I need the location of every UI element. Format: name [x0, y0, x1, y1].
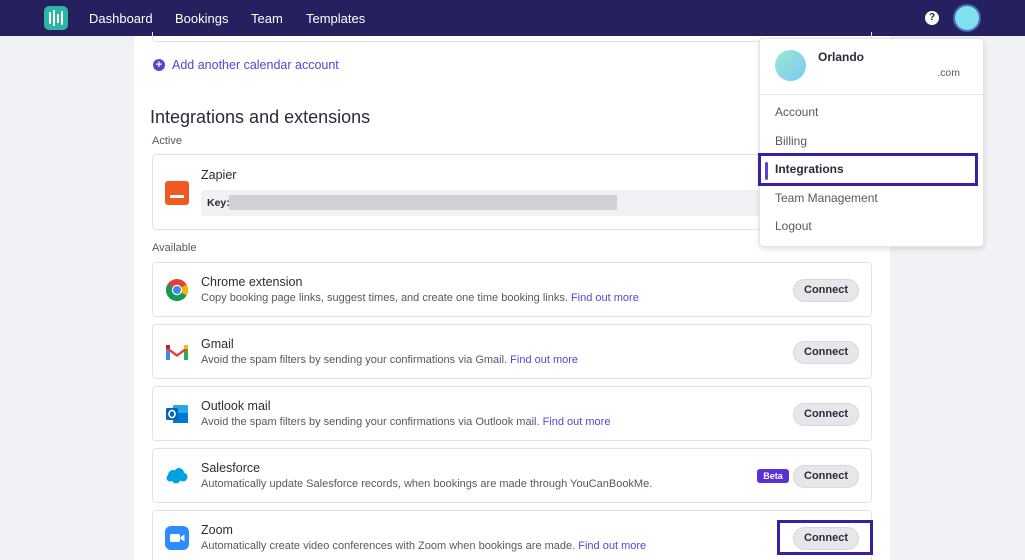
chrome-extension-description: Copy booking page links, suggest times, …	[201, 292, 639, 304]
user-menu-dropdown: Orlando .com Account Billing Integration…	[759, 38, 984, 247]
zoom-card: Zoom Automatically create video conferen…	[152, 510, 872, 560]
plus-circle-icon: +	[153, 59, 165, 71]
beta-badge: Beta	[757, 469, 789, 483]
menu-item-account[interactable]: Account	[775, 105, 818, 119]
integrations-title: Integrations and extensions	[150, 107, 371, 127]
add-calendar-account-label: Add another calendar account	[172, 58, 339, 72]
gmail-title: Gmail	[201, 337, 234, 351]
redacted-key	[229, 195, 617, 210]
integrations-menu-highlight	[758, 153, 978, 186]
app-logo-icon[interactable]	[44, 6, 68, 30]
outlook-mail-description: Avoid the spam filters by sending your c…	[201, 416, 611, 428]
zoom-icon	[165, 526, 189, 550]
menu-item-team-management[interactable]: Team Management	[775, 191, 878, 205]
gmail-find-out-more-link[interactable]: Find out more	[510, 354, 578, 366]
nav-bookings[interactable]: Bookings	[175, 11, 228, 26]
nav-templates[interactable]: Templates	[306, 11, 365, 26]
zapier-title: Zapier	[201, 168, 237, 182]
zapier-key-label: Key:	[207, 197, 230, 209]
salesforce-title: Salesforce	[201, 461, 261, 475]
gmail-icon	[166, 345, 188, 360]
top-nav-bar: Dashboard Bookings Team Templates ?	[0, 0, 1025, 36]
available-label: Available	[152, 242, 197, 254]
chrome-extension-title: Chrome extension	[201, 275, 303, 289]
salesforce-description: Automatically update Salesforce records,…	[201, 478, 653, 490]
zoom-find-out-more-link[interactable]: Find out more	[578, 540, 646, 552]
outlook-mail-title: Outlook mail	[201, 399, 271, 413]
outlook-icon	[166, 405, 188, 423]
user-name: Orlando	[818, 50, 865, 64]
gmail-card: Gmail Avoid the spam filters by sending …	[152, 324, 872, 379]
nav-dashboard[interactable]: Dashboard	[89, 11, 153, 26]
user-email: .com	[937, 67, 960, 79]
add-calendar-account-link[interactable]: + Add another calendar account	[153, 58, 339, 72]
question-circle-icon[interactable]: ?	[925, 11, 939, 25]
outlook-connect-button[interactable]: Connect	[793, 403, 859, 426]
user-avatar	[775, 50, 806, 81]
user-avatar-button[interactable]	[953, 4, 981, 32]
chrome-extension-card: Chrome extension Copy booking page links…	[152, 262, 872, 317]
outlook-mail-card: Outlook mail Avoid the spam filters by s…	[152, 386, 872, 441]
chrome-find-out-more-link[interactable]: Find out more	[571, 292, 639, 304]
zapier-icon	[165, 181, 189, 205]
zoom-title: Zoom	[201, 523, 233, 537]
gmail-description: Avoid the spam filters by sending your c…	[201, 354, 579, 366]
menu-divider	[760, 94, 983, 95]
gmail-connect-button[interactable]: Connect	[793, 341, 859, 364]
menu-item-logout[interactable]: Logout	[775, 219, 812, 233]
zoom-description: Automatically create video conferences w…	[201, 540, 647, 552]
chrome-icon	[166, 279, 188, 301]
salesforce-icon	[166, 468, 188, 484]
active-label: Active	[152, 135, 182, 147]
menu-item-billing[interactable]: Billing	[775, 134, 807, 148]
zoom-connect-highlight	[777, 520, 873, 555]
salesforce-connect-button[interactable]: Connect	[793, 465, 859, 488]
zapier-key-field[interactable]: Key:	[201, 190, 761, 216]
outlook-find-out-more-link[interactable]: Find out more	[543, 416, 611, 428]
nav-team[interactable]: Team	[251, 11, 283, 26]
chrome-connect-button[interactable]: Connect	[793, 279, 859, 302]
salesforce-card: Salesforce Automatically update Salesfor…	[152, 448, 872, 503]
